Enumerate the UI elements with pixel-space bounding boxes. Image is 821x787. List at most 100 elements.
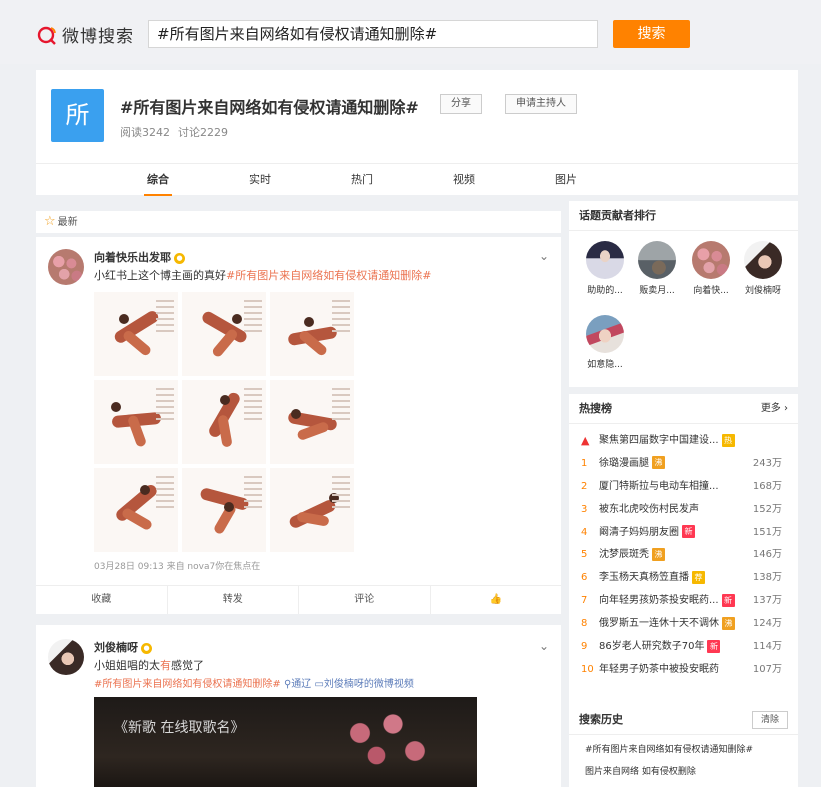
- repost-button[interactable]: 转发: [168, 586, 299, 614]
- hot-search-title[interactable]: 向年轻男孩奶茶投安眠药... 新: [599, 590, 735, 613]
- topic-avatar: 所: [51, 89, 104, 142]
- read-count: 阅读3242: [120, 126, 170, 139]
- video-player[interactable]: 《新歌 在线取歌名》: [94, 697, 477, 787]
- hot-search-rank: 9: [581, 641, 588, 653]
- hot-search-item[interactable]: 10 年轻男子奶茶中被投安眠药 107万: [579, 659, 788, 682]
- panel-title: 热搜榜 更多 ›: [569, 394, 798, 424]
- post-image[interactable]: [94, 380, 178, 464]
- hot-search-count: 124万: [752, 618, 782, 630]
- hot-search-title[interactable]: 年轻男子奶茶中被投安眠药: [599, 659, 719, 682]
- post-image[interactable]: [270, 468, 354, 552]
- hot-search-badge: 新: [682, 525, 695, 539]
- post-text: 小姐姐唱的太有感觉了: [94, 659, 204, 672]
- weibo-search-logo-icon: [37, 26, 56, 45]
- hot-search-count: 151万: [752, 526, 782, 538]
- hot-search-badge: 沸: [652, 456, 665, 470]
- hot-search-panel: 热搜榜 更多 › ▲ 聚焦第四届数字中国建设... 热 1 徐璐漫画腿沸 243万 2 厦门特斯…: [569, 394, 798, 724]
- hot-search-item[interactable]: 3 被东北虎咬伤村民发声 152万: [579, 499, 788, 522]
- tab-comprehensive[interactable]: 综合: [136, 164, 180, 196]
- feed-latest-header: ☆ 最新: [36, 211, 561, 233]
- tab-realtime[interactable]: 实时: [238, 164, 282, 196]
- history-item[interactable]: 图片来自网络 如有侵权删除: [569, 761, 798, 783]
- hot-search-item[interactable]: 5 沈梦辰斑秃沸 146万: [579, 544, 788, 567]
- hot-search-title[interactable]: 厦门特斯拉与电动车相撞...: [599, 476, 719, 499]
- comment-button[interactable]: 评论: [299, 586, 431, 614]
- hot-search-title[interactable]: 俄罗斯五一连休十天不调休沸: [599, 613, 735, 636]
- hot-search-count: 107万: [752, 663, 782, 675]
- contributor-item[interactable]: 如意隐...: [581, 315, 629, 370]
- clear-history-button[interactable]: 清除: [751, 711, 788, 729]
- chevron-down-icon[interactable]: ⌄: [539, 639, 549, 653]
- hot-search-title[interactable]: 李玉杨天真杨笠直播荐: [599, 567, 705, 590]
- hot-search-count: 137万: [752, 595, 782, 607]
- post-image[interactable]: [270, 292, 354, 376]
- hot-search-badge: 热: [721, 433, 735, 447]
- contributor-item[interactable]: 刘俊楠呀: [739, 241, 787, 296]
- post-username[interactable]: 刘俊楠呀 ●: [94, 639, 152, 655]
- more-link[interactable]: 更多 ›: [761, 394, 788, 424]
- hot-search-item[interactable]: 7 向年轻男孩奶茶投安眠药... 新 137万: [579, 590, 788, 613]
- contributor-item[interactable]: 贩卖月...: [633, 241, 681, 296]
- post-image[interactable]: [94, 468, 178, 552]
- hot-search-item[interactable]: 2 厦门特斯拉与电动车相撞... 168万: [579, 476, 788, 499]
- avatar: [744, 241, 782, 279]
- hot-search-badge: 沸: [722, 616, 735, 630]
- contributor-name: 贩卖月...: [639, 286, 675, 296]
- post-image[interactable]: [182, 468, 266, 552]
- contributor-item[interactable]: 向着快...: [687, 241, 735, 296]
- contributor-grid: 助助的... 贩卖月... 向着快... 刘俊楠呀 如意隐...: [569, 231, 798, 387]
- hot-search-title[interactable]: 阚清子妈妈朋友圈新: [599, 522, 695, 545]
- tab-bar: 综合 实时 热门 视频 图片: [36, 163, 798, 196]
- hot-search-title[interactable]: 聚焦第四届数字中国建设... 热: [599, 430, 735, 453]
- video-link[interactable]: ▭刘俊楠呀的微博视频: [314, 679, 413, 690]
- share-button[interactable]: 分享: [440, 94, 482, 114]
- panel-title: 话题贡献者排行: [569, 201, 798, 231]
- tab-video[interactable]: 视频: [442, 164, 486, 196]
- tab-hot[interactable]: 热门: [340, 164, 384, 196]
- weibo-search-logo[interactable]: 微博搜索: [36, 22, 134, 47]
- hot-search-item[interactable]: 8 俄罗斯五一连休十天不调休沸 124万: [579, 613, 788, 636]
- post-image[interactable]: [94, 292, 178, 376]
- chevron-down-icon[interactable]: ⌄: [539, 249, 549, 263]
- search-button[interactable]: 搜索: [613, 20, 690, 48]
- topic-tag-link[interactable]: #所有图片来自网络如有侵权请通知删除#: [226, 269, 431, 282]
- hot-search-count: 152万: [752, 503, 782, 515]
- favorite-button[interactable]: 收藏: [36, 586, 168, 614]
- hot-search-item[interactable]: 6 李玉杨天真杨笠直播荐 138万: [579, 567, 788, 590]
- hot-search-rank: 4: [581, 526, 588, 538]
- hot-search-title[interactable]: 沈梦辰斑秃沸: [599, 544, 665, 567]
- hot-search-title[interactable]: 徐璐漫画腿沸: [599, 453, 665, 476]
- like-icon[interactable]: 👍: [431, 586, 562, 614]
- contributor-item[interactable]: 助助的...: [581, 241, 629, 296]
- post-card: 向着快乐出发耶 ● 小红书上这个博主画的真好#所有图片来自网络如有侵权请通知删除#…: [36, 237, 561, 614]
- post-image[interactable]: [270, 380, 354, 464]
- contributor-name: 向着快...: [693, 286, 729, 296]
- avatar: [586, 315, 624, 353]
- apply-host-button[interactable]: 申请主持人: [505, 94, 577, 114]
- star-icon: ☆: [44, 214, 56, 229]
- video-title: 《新歌 在线取歌名》: [114, 720, 245, 736]
- hot-search-count: 138万: [752, 572, 782, 584]
- search-input[interactable]: #所有图片来自网络如有侵权请通知删除#: [148, 20, 598, 48]
- hot-search-title[interactable]: 被东北虎咬伤村民发声: [599, 499, 699, 522]
- hot-search-badge: 沸: [652, 547, 665, 561]
- post-image-grid: [94, 292, 354, 554]
- hot-search-rank: 3: [581, 503, 588, 515]
- avatar[interactable]: [48, 249, 84, 285]
- latest-label: 最新: [57, 217, 78, 228]
- history-item[interactable]: #所有图片来自网络如有侵权请通知删除#: [569, 739, 798, 761]
- hot-search-item[interactable]: ▲ 聚焦第四届数字中国建设... 热: [579, 430, 788, 453]
- logo-text: 微博搜索: [62, 27, 134, 47]
- location-link[interactable]: ⚲通辽: [284, 679, 311, 690]
- hot-search-item[interactable]: 1 徐璐漫画腿沸 243万: [579, 453, 788, 476]
- tab-images[interactable]: 图片: [544, 164, 588, 196]
- hot-search-title[interactable]: 86岁老人研究数子70年新: [599, 636, 721, 659]
- post-username[interactable]: 向着快乐出发耶 ●: [94, 249, 185, 265]
- avatar[interactable]: [48, 639, 84, 675]
- hot-search-item[interactable]: 4 阚清子妈妈朋友圈新 151万: [579, 522, 788, 545]
- post-image[interactable]: [182, 292, 266, 376]
- topic-tag-link[interactable]: #所有图片来自网络如有侵权请通知删除#: [94, 679, 281, 690]
- hot-search-count: 146万: [752, 549, 782, 561]
- post-image[interactable]: [182, 380, 266, 464]
- hot-search-item[interactable]: 9 86岁老人研究数子70年新 114万: [579, 636, 788, 659]
